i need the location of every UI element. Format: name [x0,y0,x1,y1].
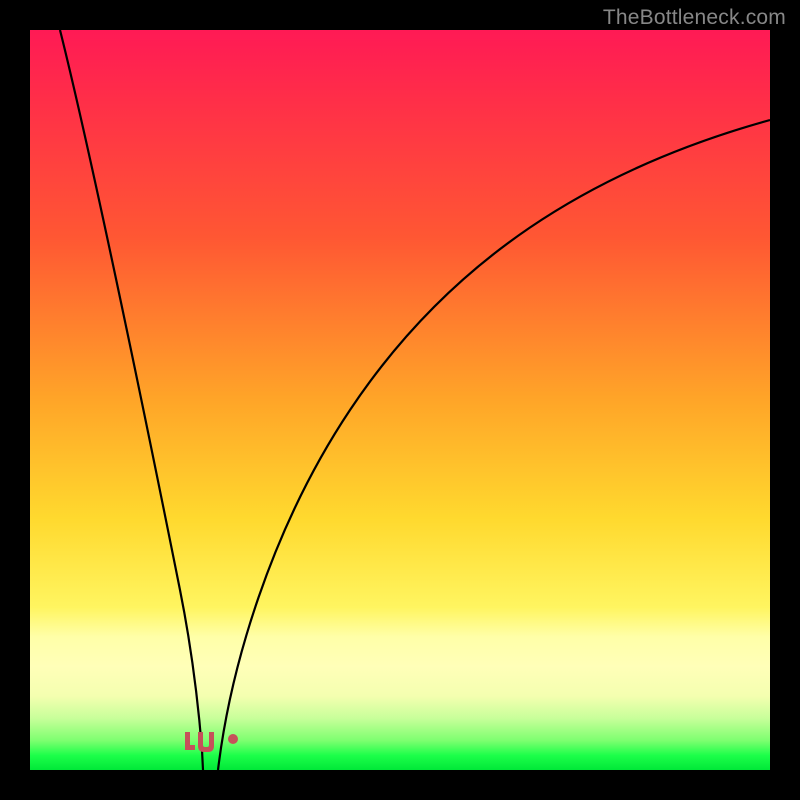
right-curve [218,120,770,770]
marker-L [185,732,195,750]
marker-dot [228,734,238,744]
watermark-text: TheBottleneck.com [603,6,786,30]
outer-black-frame: TheBottleneck.com [0,0,800,800]
curves-layer [30,30,770,770]
marker-U [198,732,214,752]
plot-area [30,30,770,770]
left-curve [60,30,203,770]
